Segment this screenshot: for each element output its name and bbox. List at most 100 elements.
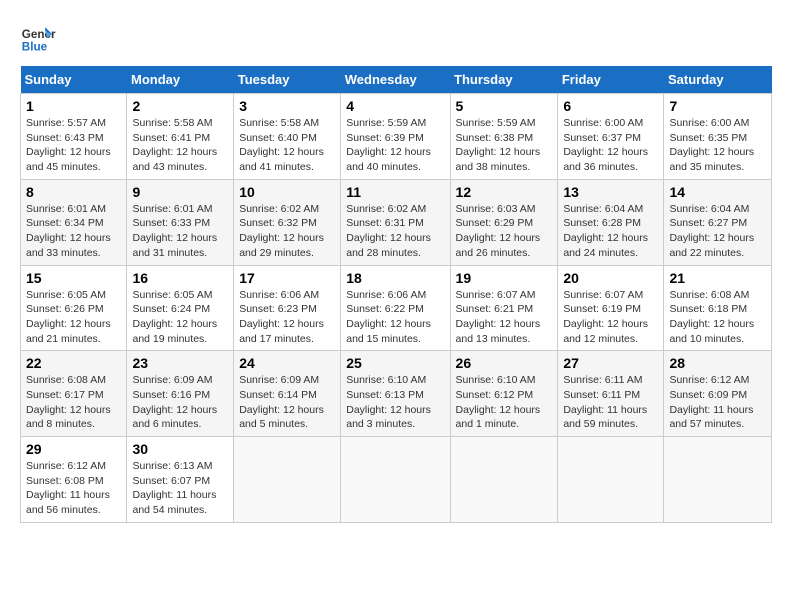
calendar-cell: 13 Sunrise: 6:04 AMSunset: 6:28 PMDaylig… (558, 179, 664, 265)
calendar-cell: 7 Sunrise: 6:00 AMSunset: 6:35 PMDayligh… (664, 94, 772, 180)
calendar-cell: 17 Sunrise: 6:06 AMSunset: 6:23 PMDaylig… (234, 265, 341, 351)
calendar-week-1: 1 Sunrise: 5:57 AMSunset: 6:43 PMDayligh… (21, 94, 772, 180)
svg-text:Blue: Blue (22, 41, 48, 54)
day-number: 21 (669, 270, 766, 286)
day-number: 19 (456, 270, 553, 286)
day-info: Sunrise: 6:12 AMSunset: 6:09 PMDaylight:… (669, 374, 753, 430)
calendar-cell: 23 Sunrise: 6:09 AMSunset: 6:16 PMDaylig… (127, 351, 234, 437)
day-number: 29 (26, 441, 121, 457)
logo-icon: General Blue (20, 20, 56, 56)
header-tuesday: Tuesday (234, 66, 341, 94)
calendar-cell: 28 Sunrise: 6:12 AMSunset: 6:09 PMDaylig… (664, 351, 772, 437)
calendar-cell: 16 Sunrise: 6:05 AMSunset: 6:24 PMDaylig… (127, 265, 234, 351)
day-info: Sunrise: 6:12 AMSunset: 6:08 PMDaylight:… (26, 460, 110, 516)
day-number: 16 (132, 270, 228, 286)
header-monday: Monday (127, 66, 234, 94)
header: General Blue (20, 20, 772, 56)
day-info: Sunrise: 6:13 AMSunset: 6:07 PMDaylight:… (132, 460, 216, 516)
day-info: Sunrise: 6:04 AMSunset: 6:28 PMDaylight:… (563, 203, 648, 259)
day-number: 17 (239, 270, 335, 286)
calendar-cell (341, 437, 450, 523)
day-info: Sunrise: 6:05 AMSunset: 6:24 PMDaylight:… (132, 289, 217, 345)
day-info: Sunrise: 5:59 AMSunset: 6:38 PMDaylight:… (456, 117, 541, 173)
day-info: Sunrise: 6:08 AMSunset: 6:17 PMDaylight:… (26, 374, 111, 430)
calendar-cell: 3 Sunrise: 5:58 AMSunset: 6:40 PMDayligh… (234, 94, 341, 180)
calendar-cell: 18 Sunrise: 6:06 AMSunset: 6:22 PMDaylig… (341, 265, 450, 351)
calendar-cell: 22 Sunrise: 6:08 AMSunset: 6:17 PMDaylig… (21, 351, 127, 437)
day-info: Sunrise: 5:58 AMSunset: 6:40 PMDaylight:… (239, 117, 324, 173)
day-number: 23 (132, 355, 228, 371)
day-number: 25 (346, 355, 444, 371)
day-number: 10 (239, 184, 335, 200)
day-number: 30 (132, 441, 228, 457)
calendar-cell: 11 Sunrise: 6:02 AMSunset: 6:31 PMDaylig… (341, 179, 450, 265)
day-number: 4 (346, 98, 444, 114)
header-saturday: Saturday (664, 66, 772, 94)
calendar-cell: 21 Sunrise: 6:08 AMSunset: 6:18 PMDaylig… (664, 265, 772, 351)
day-info: Sunrise: 6:00 AMSunset: 6:35 PMDaylight:… (669, 117, 754, 173)
header-thursday: Thursday (450, 66, 558, 94)
calendar-cell: 24 Sunrise: 6:09 AMSunset: 6:14 PMDaylig… (234, 351, 341, 437)
day-number: 12 (456, 184, 553, 200)
day-info: Sunrise: 5:57 AMSunset: 6:43 PMDaylight:… (26, 117, 111, 173)
day-number: 11 (346, 184, 444, 200)
day-info: Sunrise: 6:07 AMSunset: 6:21 PMDaylight:… (456, 289, 541, 345)
day-number: 14 (669, 184, 766, 200)
calendar-header-row: SundayMondayTuesdayWednesdayThursdayFrid… (21, 66, 772, 94)
day-number: 8 (26, 184, 121, 200)
day-number: 20 (563, 270, 658, 286)
calendar-cell: 30 Sunrise: 6:13 AMSunset: 6:07 PMDaylig… (127, 437, 234, 523)
header-wednesday: Wednesday (341, 66, 450, 94)
calendar-cell (450, 437, 558, 523)
day-info: Sunrise: 6:05 AMSunset: 6:26 PMDaylight:… (26, 289, 111, 345)
day-info: Sunrise: 6:04 AMSunset: 6:27 PMDaylight:… (669, 203, 754, 259)
calendar-week-3: 15 Sunrise: 6:05 AMSunset: 6:26 PMDaylig… (21, 265, 772, 351)
calendar-table: SundayMondayTuesdayWednesdayThursdayFrid… (20, 66, 772, 523)
calendar-cell: 14 Sunrise: 6:04 AMSunset: 6:27 PMDaylig… (664, 179, 772, 265)
calendar-cell: 26 Sunrise: 6:10 AMSunset: 6:12 PMDaylig… (450, 351, 558, 437)
day-info: Sunrise: 6:02 AMSunset: 6:31 PMDaylight:… (346, 203, 431, 259)
day-number: 28 (669, 355, 766, 371)
day-number: 3 (239, 98, 335, 114)
calendar-cell (234, 437, 341, 523)
day-number: 5 (456, 98, 553, 114)
day-number: 9 (132, 184, 228, 200)
calendar-cell: 2 Sunrise: 5:58 AMSunset: 6:41 PMDayligh… (127, 94, 234, 180)
calendar-week-4: 22 Sunrise: 6:08 AMSunset: 6:17 PMDaylig… (21, 351, 772, 437)
calendar-cell: 1 Sunrise: 5:57 AMSunset: 6:43 PMDayligh… (21, 94, 127, 180)
calendar-cell: 19 Sunrise: 6:07 AMSunset: 6:21 PMDaylig… (450, 265, 558, 351)
day-number: 27 (563, 355, 658, 371)
day-info: Sunrise: 6:09 AMSunset: 6:14 PMDaylight:… (239, 374, 324, 430)
day-info: Sunrise: 6:01 AMSunset: 6:33 PMDaylight:… (132, 203, 217, 259)
calendar-week-5: 29 Sunrise: 6:12 AMSunset: 6:08 PMDaylig… (21, 437, 772, 523)
day-number: 2 (132, 98, 228, 114)
calendar-cell: 15 Sunrise: 6:05 AMSunset: 6:26 PMDaylig… (21, 265, 127, 351)
day-info: Sunrise: 6:10 AMSunset: 6:13 PMDaylight:… (346, 374, 431, 430)
calendar-cell: 8 Sunrise: 6:01 AMSunset: 6:34 PMDayligh… (21, 179, 127, 265)
day-number: 18 (346, 270, 444, 286)
day-info: Sunrise: 5:58 AMSunset: 6:41 PMDaylight:… (132, 117, 217, 173)
logo: General Blue (20, 20, 60, 56)
calendar-cell: 12 Sunrise: 6:03 AMSunset: 6:29 PMDaylig… (450, 179, 558, 265)
day-number: 26 (456, 355, 553, 371)
calendar-cell: 10 Sunrise: 6:02 AMSunset: 6:32 PMDaylig… (234, 179, 341, 265)
calendar-cell: 9 Sunrise: 6:01 AMSunset: 6:33 PMDayligh… (127, 179, 234, 265)
day-info: Sunrise: 5:59 AMSunset: 6:39 PMDaylight:… (346, 117, 431, 173)
day-number: 1 (26, 98, 121, 114)
calendar-cell: 6 Sunrise: 6:00 AMSunset: 6:37 PMDayligh… (558, 94, 664, 180)
day-number: 15 (26, 270, 121, 286)
day-info: Sunrise: 6:06 AMSunset: 6:22 PMDaylight:… (346, 289, 431, 345)
day-info: Sunrise: 6:00 AMSunset: 6:37 PMDaylight:… (563, 117, 648, 173)
day-info: Sunrise: 6:11 AMSunset: 6:11 PMDaylight:… (563, 374, 647, 430)
day-number: 24 (239, 355, 335, 371)
day-info: Sunrise: 6:03 AMSunset: 6:29 PMDaylight:… (456, 203, 541, 259)
header-sunday: Sunday (21, 66, 127, 94)
day-number: 7 (669, 98, 766, 114)
header-friday: Friday (558, 66, 664, 94)
calendar-cell: 5 Sunrise: 5:59 AMSunset: 6:38 PMDayligh… (450, 94, 558, 180)
day-info: Sunrise: 6:09 AMSunset: 6:16 PMDaylight:… (132, 374, 217, 430)
day-info: Sunrise: 6:06 AMSunset: 6:23 PMDaylight:… (239, 289, 324, 345)
calendar-cell: 29 Sunrise: 6:12 AMSunset: 6:08 PMDaylig… (21, 437, 127, 523)
calendar-cell: 20 Sunrise: 6:07 AMSunset: 6:19 PMDaylig… (558, 265, 664, 351)
day-number: 22 (26, 355, 121, 371)
